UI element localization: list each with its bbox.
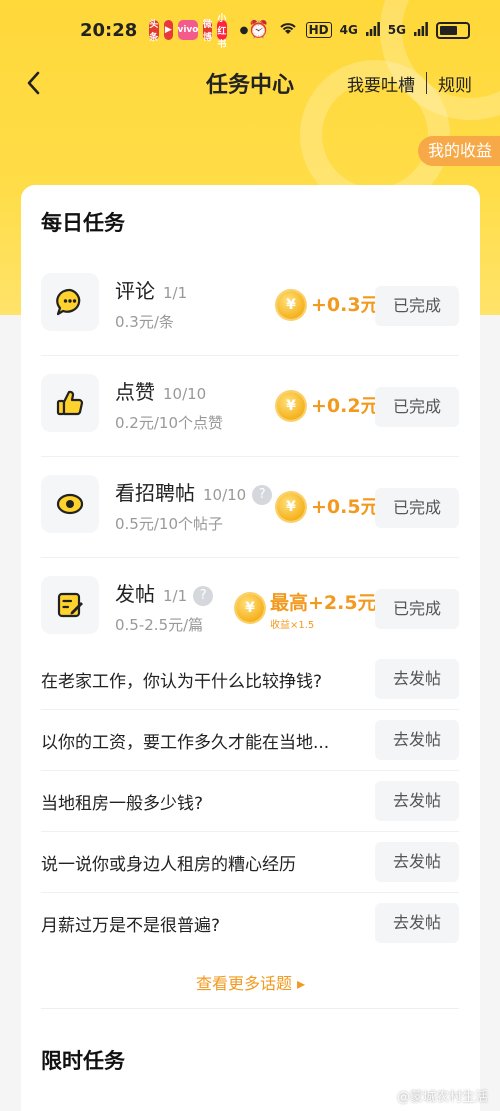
watermark: @蒙城农村生活: [396, 1090, 488, 1105]
nav-divider: [426, 72, 427, 94]
reward-multiplier: 收益×1.5: [270, 620, 315, 631]
weibo-app-icon: 微博: [202, 20, 213, 43]
task-name: 看招聘帖 10/10?: [115, 477, 273, 506]
go-post-button[interactable]: 去发帖: [375, 659, 459, 699]
back-icon[interactable]: [20, 68, 50, 98]
signal-4g: 4G: [339, 23, 358, 37]
task-reward: 最高+2.5元: [270, 592, 377, 614]
task-count: 1/1: [163, 587, 188, 605]
task-reward: +0.5元: [311, 496, 380, 518]
more-topics-link[interactable]: 查看更多话题 ▸: [21, 970, 480, 994]
go-post-button[interactable]: 去发帖: [375, 903, 459, 943]
alarm-icon: ⏰: [248, 20, 270, 40]
vivo-app-icon: vivo: [177, 20, 199, 40]
nav-actions: 我要吐槽 规则: [347, 71, 472, 96]
topic-row[interactable]: 月薪过万是不是很普遍? 去发帖: [41, 893, 459, 954]
task-name: 评论 1/1: [115, 279, 188, 303]
task-row-comment: 评论 1/1 0.3元/条 ¥ +0.3元 已完成: [41, 255, 459, 356]
completed-button[interactable]: 已完成: [375, 286, 459, 326]
edit-icon: [41, 576, 99, 634]
rules-link[interactable]: 规则: [438, 71, 472, 96]
topic-text: 在老家工作，你认为干什么比较挣钱?: [41, 672, 323, 692]
topic-row[interactable]: 当地租房一般多少钱? 去发帖: [41, 771, 459, 832]
task-count: 10/10: [163, 385, 207, 403]
coin-icon: ¥: [277, 493, 305, 521]
task-card: 每日任务 评论 1/1 0.3元/条 ¥ +0.3元 已完成 点赞 10/10 0.…: [21, 185, 480, 1111]
eye-icon: [41, 475, 99, 533]
task-reward: +0.2元: [311, 395, 380, 417]
topic-text: 当地租房一般多少钱?: [41, 794, 204, 814]
battery-icon: [436, 21, 470, 39]
coin-icon: ¥: [277, 392, 305, 420]
go-post-button[interactable]: 去发帖: [375, 781, 459, 821]
thumbs-up-icon: [41, 374, 99, 432]
task-desc: 0.5元/10个帖子: [115, 515, 223, 533]
hd-label: HD: [305, 22, 332, 38]
task-reward: +0.3元: [311, 294, 380, 316]
topic-text: 以你的工资，要工作多久才能在当地...: [41, 733, 330, 753]
xiaohongshu-app-icon: 小红书: [217, 13, 227, 50]
topic-row[interactable]: 在老家工作，你认为干什么比较挣钱? 去发帖: [41, 649, 459, 710]
wifi-icon: [278, 20, 298, 40]
completed-button[interactable]: 已完成: [375, 387, 459, 427]
task-desc: 0.3元/条: [115, 313, 174, 331]
signal-icon: [365, 21, 380, 39]
status-time: 20:28: [80, 19, 138, 41]
help-icon[interactable]: ?: [252, 485, 273, 505]
daily-tasks-title: 每日任务: [41, 211, 125, 235]
completed-button[interactable]: 已完成: [375, 589, 459, 629]
signal-icon-2: [414, 21, 428, 39]
help-icon[interactable]: ?: [193, 586, 214, 606]
topic-row[interactable]: 说一说你或身边人租房的糟心经历 去发帖: [41, 832, 459, 893]
completed-button[interactable]: 已完成: [375, 488, 459, 528]
task-row-like: 点赞 10/10 0.2元/10个点赞 ¥ +0.2元 已完成: [41, 356, 459, 457]
topic-text: 说一说你或身边人租房的糟心经历: [41, 855, 296, 875]
coin-icon: ¥: [236, 594, 264, 622]
task-desc: 0.2元/10个点赞: [115, 414, 223, 432]
topic-text: 月薪过万是不是很普遍?: [41, 916, 221, 936]
status-right: ⏰ HD 4G 5G: [248, 20, 470, 40]
toutiao-app-icon: 头条: [149, 20, 159, 43]
dot-icon: ●: [239, 24, 249, 36]
status-bar: 20:28 头条 ▶ vivo 微博 小红书 ● ⏰ HD 4G 5G: [0, 0, 500, 60]
task-row-post: 发帖 1/1? 0.5-2.5元/篇 ¥ 最高+2.5元 收益×1.5 已完成: [41, 558, 459, 659]
task-row-view-jobs: 看招聘帖 10/10? 0.5元/10个帖子 ¥ +0.5元 已完成: [41, 457, 459, 558]
limited-tasks-title: 限时任务: [41, 1049, 125, 1073]
comment-icon: [41, 273, 99, 331]
topic-row[interactable]: 以你的工资，要工作多久才能在当地... 去发帖: [41, 710, 459, 771]
task-name: 发帖 1/1?: [115, 578, 214, 607]
nav-bar: 任务中心 我要吐槽 规则: [0, 60, 500, 106]
my-earnings-button[interactable]: 我的收益: [417, 136, 500, 166]
section-divider: [41, 1008, 459, 1009]
go-post-button[interactable]: 去发帖: [375, 720, 459, 760]
task-name: 点赞 10/10: [115, 380, 207, 404]
signal-5g: 5G: [387, 23, 406, 37]
task-desc: 0.5-2.5元/篇: [115, 616, 204, 634]
task-count: 1/1: [163, 284, 188, 302]
feedback-link[interactable]: 我要吐槽: [347, 71, 415, 96]
coin-icon: ¥: [277, 291, 305, 319]
video-app-icon: ▶: [163, 20, 173, 40]
go-post-button[interactable]: 去发帖: [375, 842, 459, 882]
task-count: 10/10: [203, 486, 247, 504]
